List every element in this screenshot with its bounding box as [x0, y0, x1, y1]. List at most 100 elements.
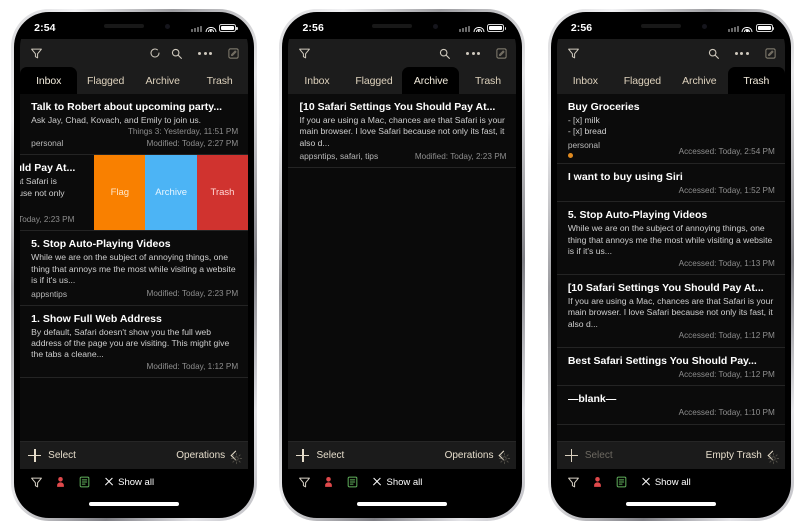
home-indicator[interactable]: [357, 502, 448, 506]
list-row[interactable]: —blank— Accessed: Today, 1:10 PM: [556, 386, 785, 425]
tab-bar: Inbox Flagged Archive Trash: [20, 67, 249, 94]
close-icon: [641, 477, 651, 487]
operations-button[interactable]: Empty Trash: [706, 450, 762, 461]
tab-flagged[interactable]: Flagged: [345, 67, 403, 94]
list-row-swiped[interactable]: ould Pay At... that Safari iscause not o…: [20, 155, 249, 232]
home-indicator[interactable]: [625, 502, 716, 506]
show-all-button[interactable]: Show all: [372, 477, 422, 488]
person-icon[interactable]: [54, 475, 67, 489]
filter-icon[interactable]: [298, 47, 311, 60]
signal-icon: [727, 25, 739, 32]
show-all-button[interactable]: Show all: [641, 477, 691, 488]
person-icon[interactable]: [591, 475, 604, 489]
tab-inbox[interactable]: Inbox: [556, 67, 614, 94]
search-icon[interactable]: [170, 47, 183, 60]
swipe-action-trash[interactable]: Trash: [196, 155, 249, 231]
more-icon[interactable]: [729, 51, 755, 55]
operations-bar: Select Operations: [20, 441, 249, 469]
tab-flagged[interactable]: Flagged: [77, 67, 135, 94]
tab-flagged[interactable]: Flagged: [613, 67, 671, 94]
more-icon[interactable]: [192, 51, 218, 55]
add-icon[interactable]: [28, 449, 42, 462]
list-row-title: ould Pay At...: [20, 162, 76, 175]
operations-button[interactable]: Operations: [176, 450, 225, 461]
filter-icon[interactable]: [567, 476, 580, 489]
compose-icon[interactable]: [227, 47, 240, 60]
nav-icon-row: [556, 39, 785, 67]
notes-list[interactable]: Buy Groceries - [x] milk - [x] bread pers…: [556, 94, 785, 441]
phones-stage: 2:54 Inbox Flagged Archive Trash Talk to…: [0, 0, 805, 530]
notes-list[interactable]: Talk to Robert about upcoming party... A…: [20, 94, 249, 441]
list-row[interactable]: 5. Stop Auto-Playing Videos While we are…: [20, 231, 249, 306]
operations-bar: Select Empty Trash: [556, 441, 785, 469]
tab-archive[interactable]: Archive: [134, 67, 192, 94]
battery-icon: [755, 24, 775, 32]
show-all-button[interactable]: Show all: [104, 477, 154, 488]
list-icon[interactable]: [615, 475, 628, 489]
select-button[interactable]: Select: [316, 450, 344, 461]
select-button[interactable]: Select: [48, 450, 76, 461]
list-row-meta: Accessed: Today, 1:52 PM: [678, 185, 775, 195]
close-icon: [104, 477, 114, 487]
list-row[interactable]: Best Safari Settings You Should Pay... A…: [556, 347, 785, 387]
phone-2: 2:56 Inbox Flagged Archive Trash [10 Saf…: [279, 9, 526, 521]
search-icon[interactable]: [438, 47, 451, 60]
filter-icon[interactable]: [30, 476, 43, 489]
notes-list[interactable]: [10 Safari Settings You Should Pay At...…: [288, 94, 517, 441]
refresh-icon[interactable]: [149, 47, 161, 59]
phone-screen: 2:54 Inbox Flagged Archive Trash Talk to…: [20, 17, 249, 513]
home-indicator[interactable]: [89, 502, 180, 506]
gear-icon[interactable]: [498, 452, 511, 470]
more-icon[interactable]: [460, 51, 486, 55]
wifi-icon: [741, 24, 753, 32]
bottom-toolbar: Show all: [556, 469, 785, 495]
list-row-body: that Safari iscause not only: [20, 176, 65, 198]
list-row[interactable]: Talk to Robert about upcoming party... A…: [20, 94, 249, 156]
tab-archive[interactable]: Archive: [402, 67, 460, 94]
swipe-action-flag[interactable]: Flag: [94, 155, 146, 231]
list-row[interactable]: 1. Show Full Web Address By default, Saf…: [20, 305, 249, 379]
list-row-meta: Modified: Today, 2:23 PM: [414, 151, 507, 161]
add-icon[interactable]: [296, 449, 310, 462]
tab-bar: Inbox Flagged Archive Trash: [556, 67, 785, 94]
tab-trash[interactable]: Trash: [459, 67, 517, 94]
tab-inbox[interactable]: Inbox: [20, 67, 78, 94]
person-icon[interactable]: [322, 475, 335, 489]
list-row-body: If you are using a Mac, chances are that…: [299, 115, 505, 148]
notch: [78, 17, 191, 38]
signal-icon: [191, 25, 203, 32]
filter-icon[interactable]: [30, 47, 43, 60]
list-icon[interactable]: [78, 475, 91, 489]
add-icon[interactable]: [564, 449, 578, 462]
tab-trash[interactable]: Trash: [191, 67, 249, 94]
filter-icon[interactable]: [567, 47, 580, 60]
compose-icon[interactable]: [495, 47, 508, 60]
swipe-action-archive[interactable]: Archive: [145, 155, 197, 231]
list-row-meta: Modified: Today, 1:12 PM: [146, 361, 239, 371]
gear-icon[interactable]: [230, 452, 243, 470]
notch: [614, 17, 727, 38]
list-row[interactable]: Buy Groceries - [x] milk - [x] bread pers…: [556, 94, 785, 164]
list-row-title: 5. Stop Auto-Playing Videos: [567, 209, 708, 222]
compose-icon[interactable]: [764, 47, 777, 60]
list-row[interactable]: I want to buy using Siri Accessed: Today…: [556, 163, 785, 203]
list-row-body: While we are on the subject of annoying …: [31, 252, 236, 286]
list-row[interactable]: 5. Stop Auto-Playing Videos While we are…: [556, 202, 785, 276]
filter-icon[interactable]: [298, 476, 311, 489]
select-button[interactable]: Select: [585, 450, 613, 461]
list-row[interactable]: [10 Safari Settings You Should Pay At...…: [288, 94, 517, 169]
search-icon[interactable]: [707, 47, 720, 60]
list-row-meta: Things 3: Yesterday, 11:51 PM: [127, 127, 239, 137]
operations-button[interactable]: Operations: [445, 450, 494, 461]
gear-icon[interactable]: [767, 452, 780, 470]
bottom-toolbar: Show all: [20, 469, 249, 495]
list-row-body: By default, Safari doesn't show you the …: [31, 326, 230, 360]
list-row-title: —blank—: [567, 393, 617, 406]
tab-trash[interactable]: Trash: [727, 67, 785, 94]
tab-inbox[interactable]: Inbox: [288, 67, 346, 94]
list-row-body: If you are using a Mac, chances are that…: [567, 296, 774, 329]
list-row[interactable]: [10 Safari Settings You Should Pay At...…: [556, 275, 785, 348]
tab-archive[interactable]: Archive: [670, 67, 728, 94]
show-all-label: Show all: [386, 476, 423, 488]
list-icon[interactable]: [346, 475, 359, 489]
